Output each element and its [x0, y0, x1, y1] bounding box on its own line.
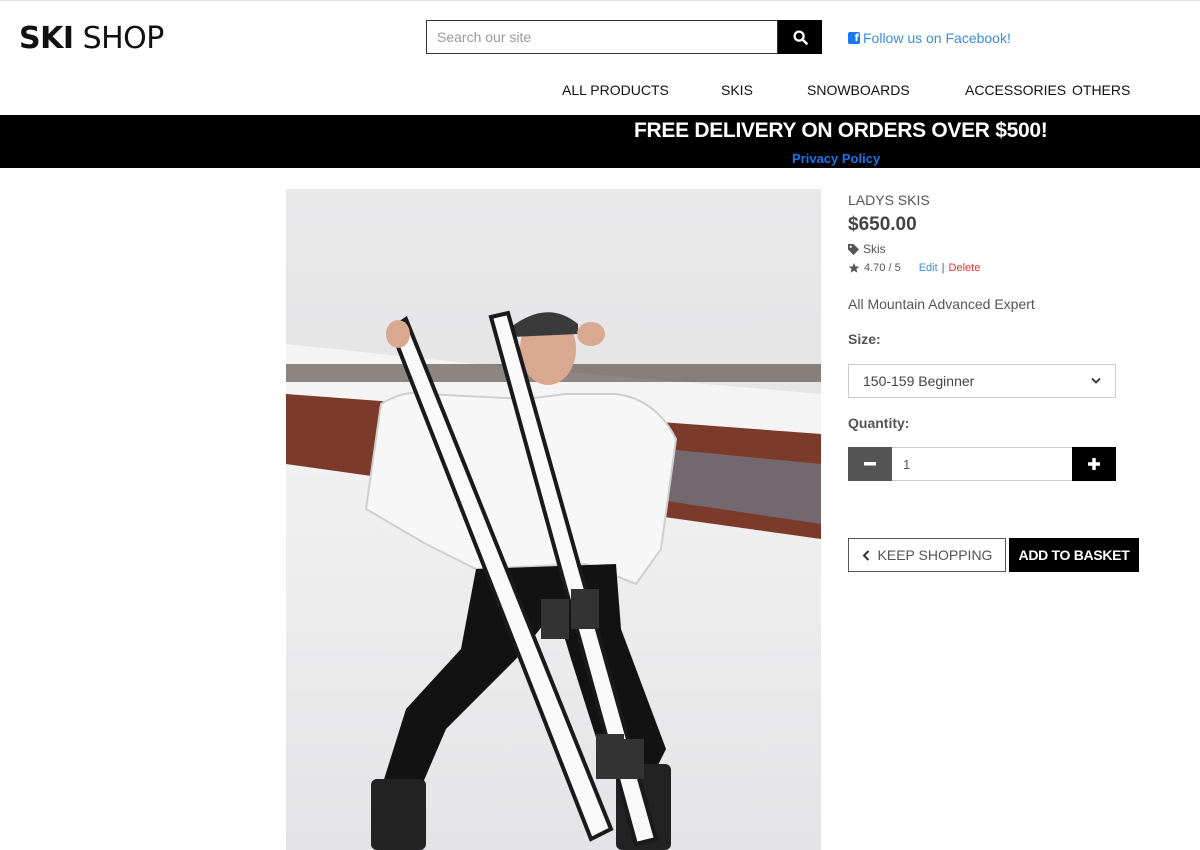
nav-others[interactable]: OTHERS: [1072, 82, 1130, 98]
nav-all-products[interactable]: ALL PRODUCTS: [562, 82, 669, 98]
size-select[interactable]: 150-159 Beginner: [848, 364, 1116, 398]
edit-link[interactable]: Edit: [919, 262, 938, 274]
plus-icon: [1088, 458, 1100, 470]
search-input[interactable]: [426, 20, 778, 54]
product-category[interactable]: Skis: [848, 242, 886, 256]
nav-skis[interactable]: SKIS: [721, 82, 753, 98]
product-rating: 4.70 / 5: [864, 262, 901, 274]
product-rating-row: 4.70 / 5 Edit | Delete: [848, 262, 980, 274]
quantity-stepper: [848, 447, 1116, 481]
size-selected-value: 150-159 Beginner: [863, 373, 975, 389]
keep-shopping-label: KEEP SHOPPING: [877, 547, 993, 563]
search-form: [426, 20, 822, 54]
facebook-link-label: Follow us on Facebook!: [863, 30, 1011, 46]
nav-accessories[interactable]: ACCESSORIES: [965, 82, 1066, 98]
keep-shopping-button[interactable]: KEEP SHOPPING: [848, 538, 1006, 572]
privacy-policy-link[interactable]: Privacy Policy: [792, 151, 880, 166]
star-icon: [848, 263, 860, 273]
logo-text-light: SHOP: [82, 21, 165, 56]
minus-icon: [864, 462, 876, 466]
delete-link[interactable]: Delete: [949, 262, 981, 274]
increment-button[interactable]: [1072, 447, 1116, 481]
chevron-down-icon: [1091, 377, 1101, 384]
quantity-label: Quantity:: [848, 415, 910, 431]
quantity-input[interactable]: [892, 447, 1072, 481]
site-header: SKI SHOP f Follow us on Facebook! ALL PR…: [0, 0, 1200, 115]
product-name: LADYS SKIS: [848, 192, 930, 208]
chevron-left-icon: [862, 549, 869, 561]
logo-text-bold: SKI: [19, 21, 74, 56]
product-description: All Mountain Advanced Expert: [848, 296, 1035, 312]
search-icon: [792, 29, 808, 45]
free-delivery-text: FREE DELIVERY ON ORDERS OVER $500!: [634, 119, 1048, 142]
facebook-link[interactable]: f Follow us on Facebook!: [848, 30, 1011, 46]
facebook-icon: f: [848, 32, 860, 44]
search-button[interactable]: [778, 20, 822, 54]
add-to-basket-button[interactable]: ADD TO BASKET: [1009, 538, 1139, 572]
link-separator: |: [941, 262, 945, 274]
tag-icon: [848, 243, 859, 255]
product-image: [286, 189, 821, 850]
promo-banner: FREE DELIVERY ON ORDERS OVER $500! Priva…: [0, 115, 1200, 168]
product-photo-illustration: [286, 189, 821, 850]
product-price: $650.00: [848, 214, 917, 235]
decrement-button[interactable]: [848, 447, 892, 481]
size-label: Size:: [848, 331, 881, 347]
site-logo[interactable]: SKI SHOP: [19, 21, 164, 56]
nav-snowboards[interactable]: SNOWBOARDS: [807, 82, 910, 98]
product-category-label: Skis: [863, 242, 886, 256]
